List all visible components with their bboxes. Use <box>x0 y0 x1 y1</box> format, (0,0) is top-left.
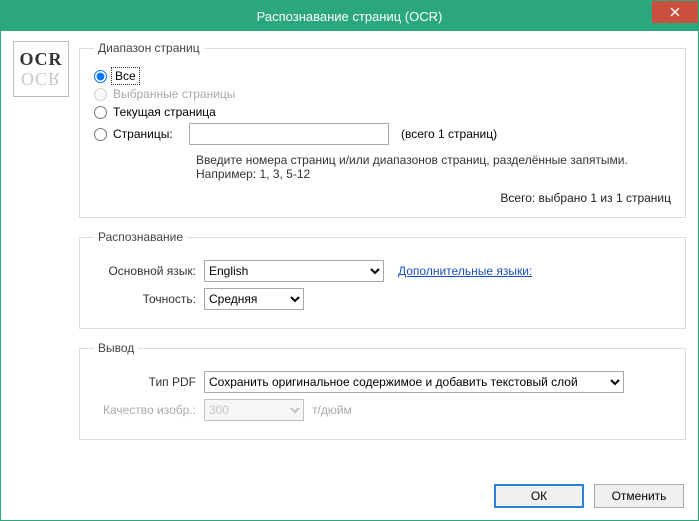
cancel-button[interactable]: Отменить <box>594 484 684 508</box>
fieldset-output: Вывод Тип PDF Сохранить оригинальное сод… <box>79 341 686 440</box>
radio-current[interactable] <box>94 106 107 119</box>
quality-label: Качество изобр.: <box>94 403 204 417</box>
lang-select[interactable]: English <box>204 260 384 282</box>
ocr-icon: OCR OCR <box>13 41 69 97</box>
radio-pages[interactable] <box>94 128 107 141</box>
fieldset-page-range: Диапазон страниц Все Выбранные страницы … <box>79 41 686 218</box>
radio-selected <box>94 88 107 101</box>
legend-recognition: Распознавание <box>94 230 187 244</box>
radio-all-label: Все <box>113 69 138 83</box>
fieldset-recognition: Распознавание Основной язык: English Доп… <box>79 230 686 329</box>
radio-current-label: Текущая страница <box>113 105 216 119</box>
pdf-type-select[interactable]: Сохранить оригинальное содержимое и доба… <box>204 371 624 393</box>
pages-input[interactable] <box>189 123 389 145</box>
radio-selected-label: Выбранные страницы <box>113 87 235 101</box>
titlebar: Распознавание страниц (OCR) <box>1 1 698 31</box>
close-button[interactable] <box>652 1 698 23</box>
radio-row-selected: Выбранные страницы <box>94 87 671 101</box>
lang-label: Основной язык: <box>94 264 204 278</box>
pages-count-suffix: (всего 1 страниц) <box>401 127 497 141</box>
quality-unit: т/дюйм <box>312 403 352 417</box>
pages-hint: Введите номера страниц и/или диапазонов … <box>196 153 636 181</box>
more-languages-link[interactable]: Дополнительные языки: <box>398 264 532 278</box>
radio-row-all[interactable]: Все <box>94 69 671 83</box>
legend-page-range: Диапазон страниц <box>94 41 204 55</box>
window-title: Распознавание страниц (OCR) <box>257 9 443 24</box>
radio-row-current[interactable]: Текущая страница <box>94 105 671 119</box>
accuracy-label: Точность: <box>94 292 204 306</box>
legend-output: Вывод <box>94 341 138 355</box>
pdf-type-label: Тип PDF <box>94 375 204 389</box>
total-selected: Всего: выбрано 1 из 1 страниц <box>94 191 671 205</box>
close-icon <box>670 7 680 17</box>
ok-button[interactable]: ОК <box>494 484 584 508</box>
radio-pages-label: Страницы: <box>113 127 183 141</box>
dialog-window: Распознавание страниц (OCR) OCR OCR Диап… <box>0 0 699 521</box>
dialog-footer: ОК Отменить <box>494 484 684 508</box>
accuracy-select[interactable]: Средняя <box>204 288 304 310</box>
quality-select: 300 <box>204 399 304 421</box>
radio-all[interactable] <box>94 70 107 83</box>
